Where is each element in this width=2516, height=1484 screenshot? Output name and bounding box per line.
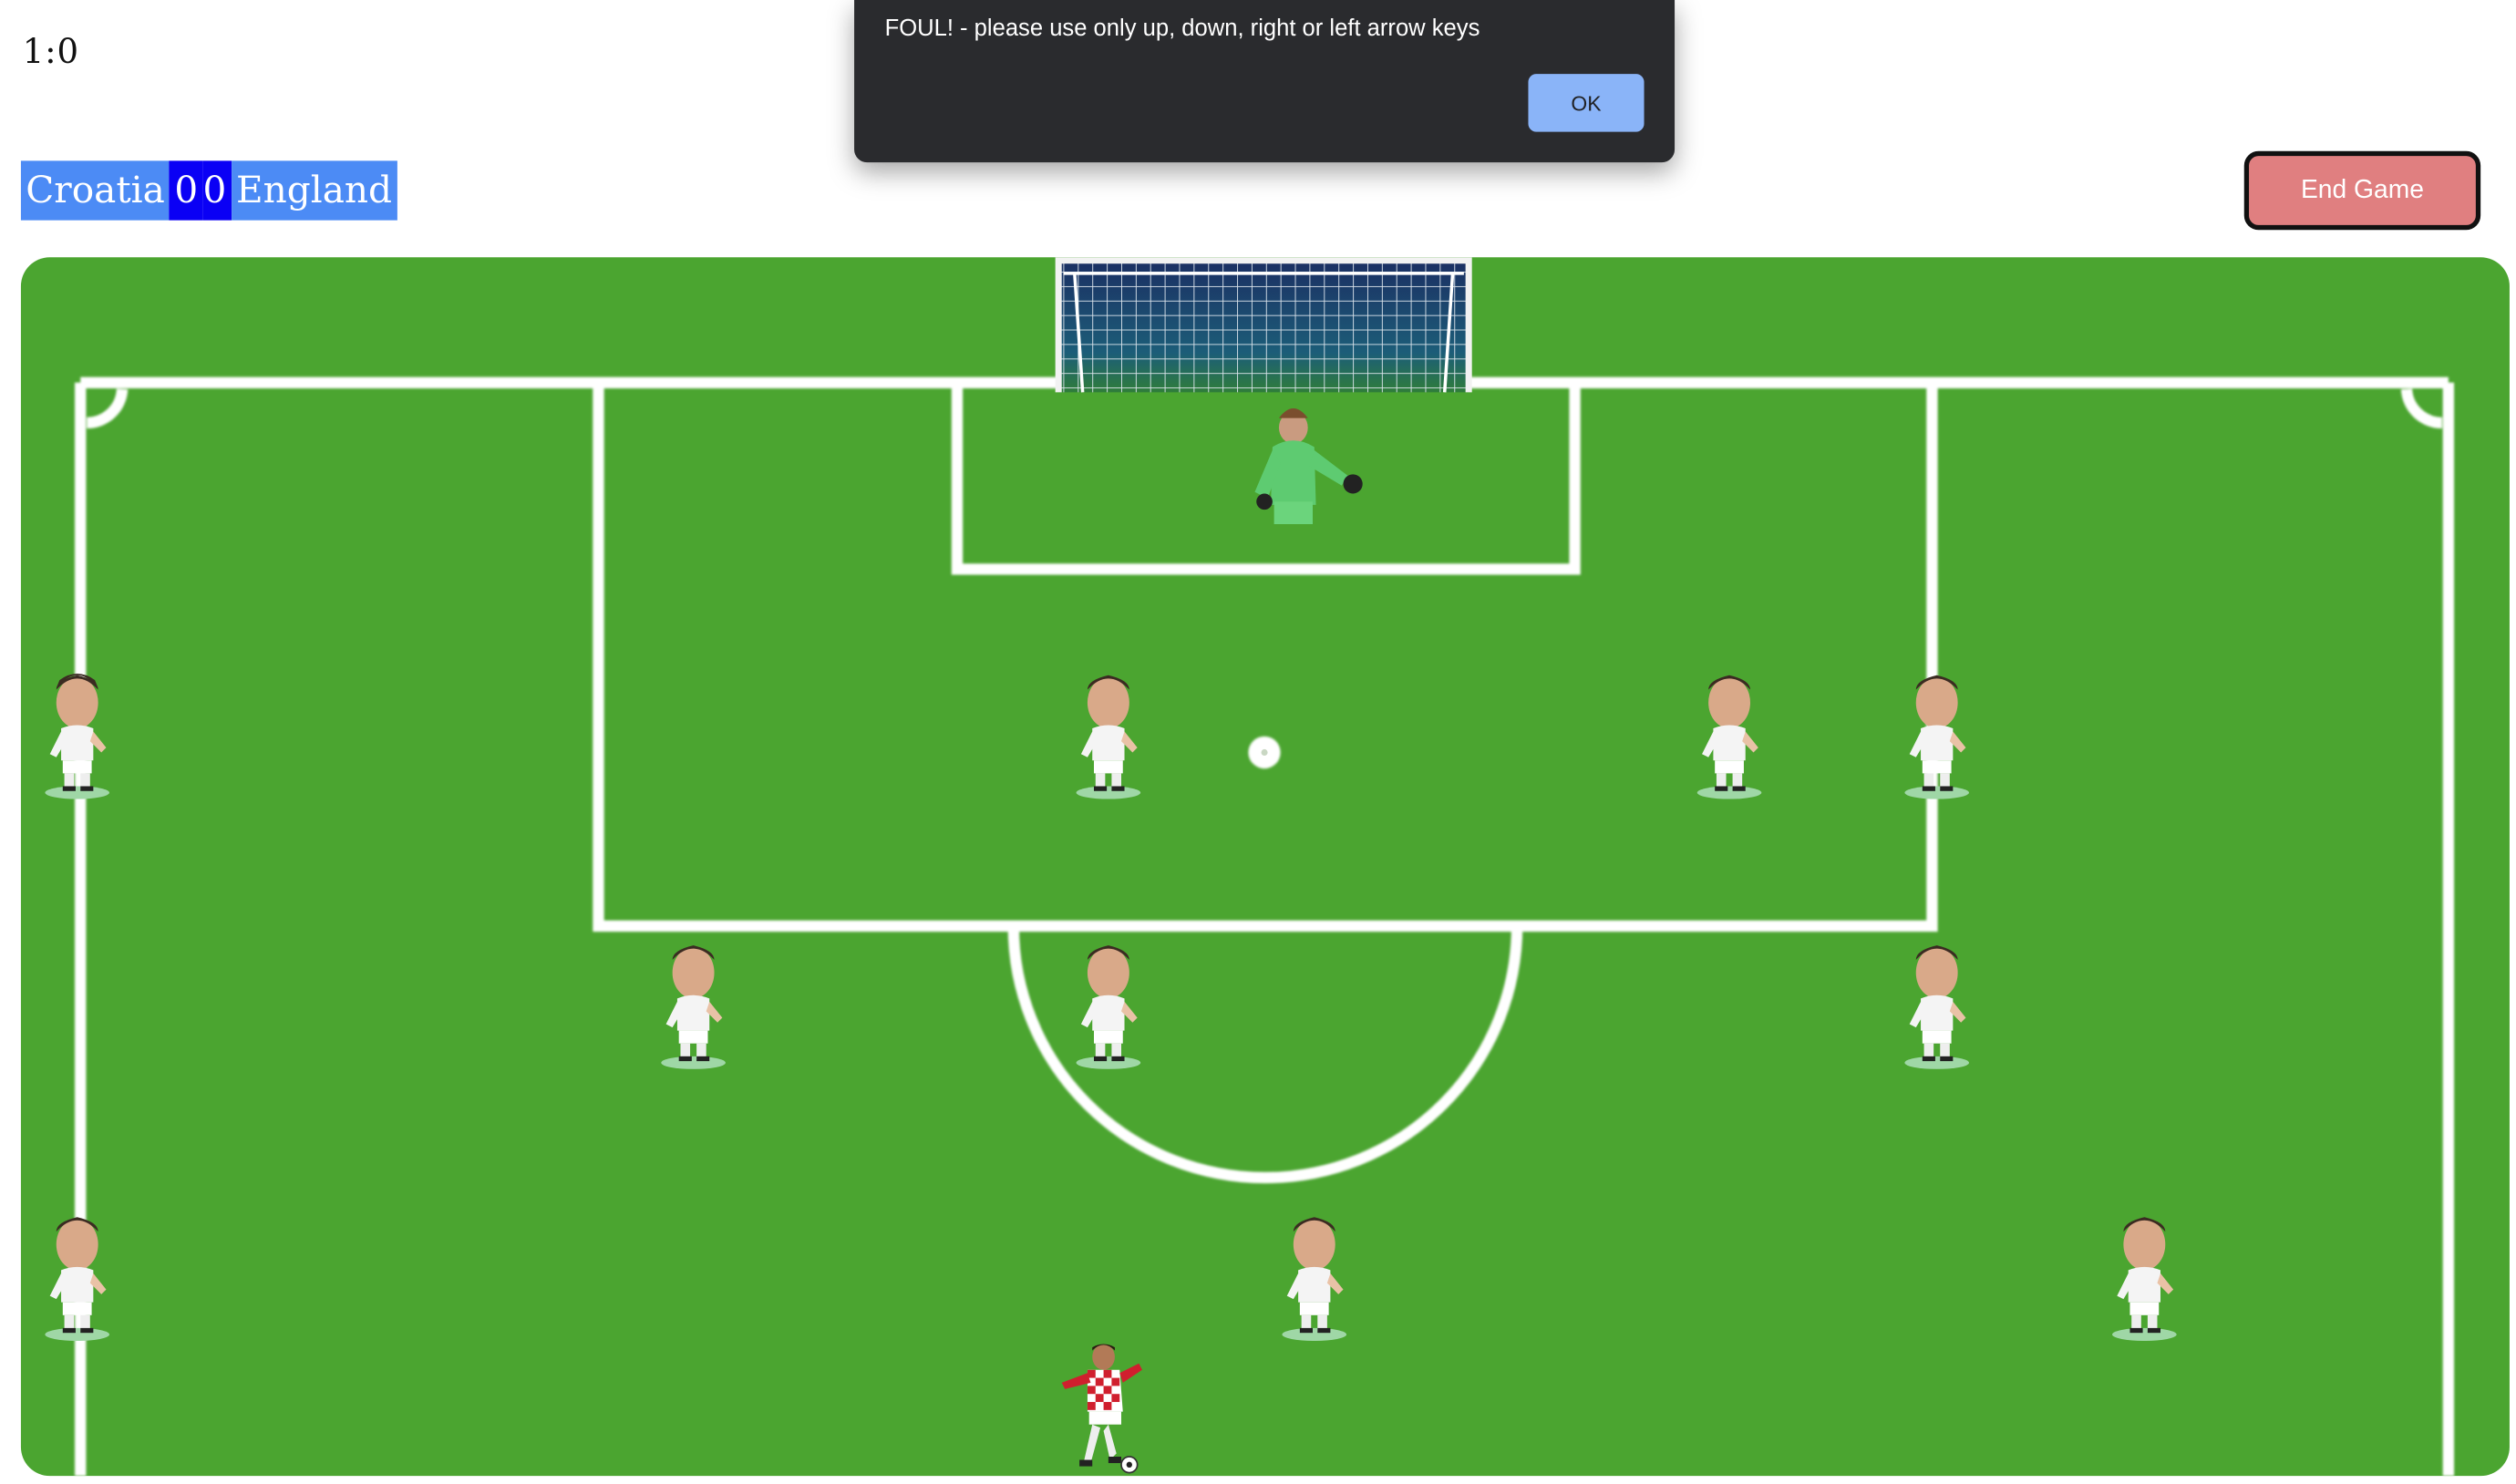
home-team-name: Croatia bbox=[20, 160, 170, 221]
england-player bbox=[1904, 675, 1969, 799]
away-team-name: England bbox=[231, 160, 397, 221]
england-player bbox=[1076, 675, 1141, 799]
england-player bbox=[2112, 1217, 2177, 1342]
england-player bbox=[1696, 675, 1762, 799]
football-ball[interactable] bbox=[1119, 1455, 1139, 1474]
end-game-button[interactable]: End Game bbox=[2243, 150, 2481, 231]
goal-net bbox=[1055, 257, 1472, 393]
england-player bbox=[661, 945, 726, 1069]
england-player bbox=[1076, 945, 1141, 1069]
scoreboard: Croatia 0 0 England bbox=[20, 160, 397, 221]
england-player bbox=[45, 1217, 109, 1342]
home-score: 0 bbox=[170, 160, 203, 221]
ok-button[interactable]: OK bbox=[1528, 74, 1645, 132]
football-pitch bbox=[20, 257, 2510, 1477]
game-timer: 1:0 bbox=[22, 32, 79, 71]
england-player bbox=[45, 674, 109, 799]
alert-message: FOUL! - please use only up, down, right … bbox=[884, 15, 1480, 42]
england-player bbox=[1904, 945, 1969, 1069]
england-goalkeeper bbox=[1254, 408, 1363, 524]
england-player bbox=[1282, 1217, 1347, 1342]
foul-alert-dialog: FOUL! - please use only up, down, right … bbox=[854, 0, 1676, 163]
away-score: 0 bbox=[202, 160, 232, 221]
